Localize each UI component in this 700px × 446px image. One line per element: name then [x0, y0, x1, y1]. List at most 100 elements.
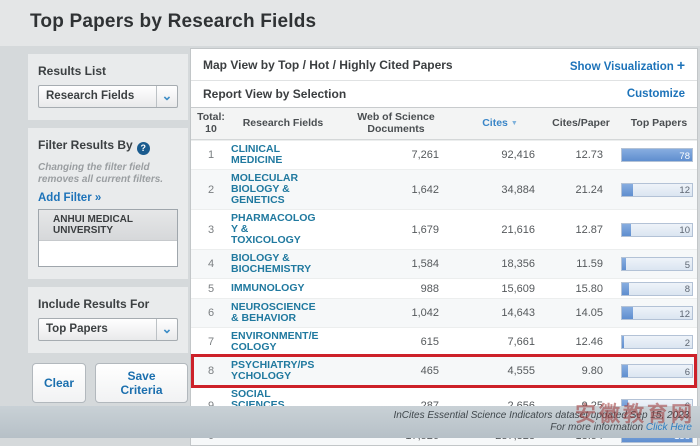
research-field-link[interactable]: CLINICAL MEDICINE [231, 141, 335, 169]
top-papers-cell: 5 [619, 257, 699, 271]
top-papers-cell: 12 [619, 306, 699, 320]
research-field-link[interactable]: MOLECULAR BIOLOGY & GENETICS [231, 170, 335, 209]
col-research-fields: Research Fields [231, 117, 335, 129]
chevron-down-icon: ⌄ [156, 319, 177, 340]
row-cites: 4,555 [457, 365, 543, 377]
report-view-title: Report View by Selection [203, 87, 346, 101]
filter-results-label: Filter Results By? [38, 138, 178, 155]
save-criteria-button[interactable]: Save Criteria [95, 363, 188, 403]
footer: InCites Essential Science Indicators dat… [0, 406, 700, 438]
top-papers-bar-fill [622, 336, 624, 348]
col-cites-sort[interactable]: Cites ▼ [457, 117, 543, 130]
top-papers-bar-fill [622, 258, 626, 270]
research-field-link[interactable]: PSYCHIATRY/PS YCHOLOGY [231, 357, 335, 385]
row-cites-per-paper: 21.24 [543, 184, 619, 196]
map-view-title: Map View by Top / Hot / Highly Cited Pap… [203, 58, 453, 72]
row-cites: 18,356 [457, 258, 543, 270]
table-body: 1 CLINICAL MEDICINE 7,261 92,416 12.73 7… [191, 140, 697, 445]
sort-desc-icon: ▼ [511, 120, 518, 127]
sidebar: Results List Research Fields ⌄ Filter Re… [28, 54, 188, 403]
total-label: Total: [191, 111, 231, 123]
top-papers-bar: 10 [621, 223, 693, 237]
show-visualization-link[interactable]: Show Visualization+ [570, 57, 685, 73]
results-list-panel: Results List Research Fields ⌄ [28, 54, 188, 120]
row-cites: 15,609 [457, 283, 543, 295]
include-results-value: Top Papers [39, 319, 156, 340]
dataset-update-note: InCites Essential Science Indicators dat… [0, 410, 692, 422]
table-row: 4 BIOLOGY & BIOCHEMISTRY 1,584 18,356 11… [191, 249, 697, 278]
research-field-link[interactable]: BIOLOGY & BIOCHEMISTRY [231, 250, 335, 278]
top-papers-bar-fill [622, 184, 633, 196]
top-papers-value: 8 [685, 284, 690, 295]
research-field-link[interactable]: PHARMACOLOG Y & TOXICOLOGY [231, 210, 335, 249]
top-papers-value: 10 [679, 225, 690, 236]
top-papers-value: 5 [685, 260, 690, 271]
sidebar-buttons: Clear Save Criteria [28, 361, 188, 403]
page-header: Top Papers by Research Fields [0, 0, 700, 46]
clear-button[interactable]: Clear [32, 363, 86, 403]
top-papers-value: 12 [679, 185, 690, 196]
row-cites-per-paper: 12.87 [543, 224, 619, 236]
main-panel: Map View by Top / Hot / Highly Cited Pap… [190, 48, 698, 446]
table-row: 5 IMMUNOLOGY 988 15,609 15.80 8 [191, 278, 697, 298]
col-top-papers: Top Papers [619, 117, 699, 129]
row-documents: 988 [335, 283, 457, 295]
top-papers-bar: 12 [621, 183, 693, 197]
top-papers-bar: 78 [621, 148, 693, 162]
research-field-link[interactable]: ENVIRONMENT/E COLOGY [231, 328, 335, 356]
top-papers-cell: 12 [619, 183, 699, 197]
col-wos-documents: Web of Science Documents [335, 111, 457, 135]
top-papers-value: 12 [679, 309, 690, 320]
total-value: 10 [191, 123, 231, 135]
row-cites: 21,616 [457, 224, 543, 236]
col-cites-per-paper: Cites/Paper [543, 117, 619, 129]
row-documents: 1,584 [335, 258, 457, 270]
top-papers-bar-fill [622, 365, 628, 377]
top-papers-bar: 5 [621, 257, 693, 271]
row-documents: 1,679 [335, 224, 457, 236]
row-cites-per-paper: 12.73 [543, 149, 619, 161]
help-icon[interactable]: ? [137, 142, 150, 155]
total-count: Total: 10 [191, 111, 231, 135]
top-papers-cell: 78 [619, 148, 699, 162]
page-title: Top Papers by Research Fields [0, 0, 700, 33]
top-papers-bar: 12 [621, 306, 693, 320]
top-papers-bar-fill [622, 224, 631, 236]
filter-panel: Filter Results By? Changing the filter f… [28, 128, 188, 279]
row-cites-per-paper: 11.59 [543, 258, 619, 270]
filter-note: Changing the filter field removes all cu… [38, 162, 178, 186]
table-row: 1 CLINICAL MEDICINE 7,261 92,416 12.73 7… [191, 140, 697, 169]
top-papers-value: 2 [685, 338, 690, 349]
include-results-dropdown[interactable]: Top Papers ⌄ [38, 318, 178, 341]
filter-list-item[interactable]: ANHUI MEDICAL UNIVERSITY [39, 210, 177, 241]
row-cites-per-paper: 14.05 [543, 307, 619, 319]
customize-link[interactable]: Customize [627, 88, 685, 100]
results-list-label: Results List [38, 64, 178, 78]
row-rank: 6 [191, 307, 231, 319]
row-documents: 1,642 [335, 184, 457, 196]
col-cites-label: Cites [482, 117, 508, 129]
top-papers-cell: 10 [619, 223, 699, 237]
row-cites: 34,884 [457, 184, 543, 196]
results-list-dropdown[interactable]: Research Fields ⌄ [38, 85, 178, 108]
table-row: 7 ENVIRONMENT/E COLOGY 615 7,661 12.46 2 [191, 327, 697, 356]
row-documents: 615 [335, 336, 457, 348]
row-cites: 14,643 [457, 307, 543, 319]
top-papers-bar-fill [622, 307, 633, 319]
plus-icon: + [677, 57, 685, 73]
top-papers-bar: 2 [621, 335, 693, 349]
click-here-link[interactable]: Click Here [646, 422, 692, 433]
table-row: 6 NEUROSCIENCE & BEHAVIOR 1,042 14,643 1… [191, 298, 697, 327]
top-papers-cell: 8 [619, 282, 699, 296]
row-rank: 7 [191, 336, 231, 348]
row-documents: 7,261 [335, 149, 457, 161]
row-cites-per-paper: 12.46 [543, 336, 619, 348]
include-results-label: Include Results For [38, 297, 178, 311]
research-field-link[interactable]: IMMUNOLOGY [231, 280, 335, 297]
top-papers-value: 6 [685, 367, 690, 378]
filter-listbox[interactable]: ANHUI MEDICAL UNIVERSITY [38, 209, 178, 267]
research-field-link[interactable]: NEUROSCIENCE & BEHAVIOR [231, 299, 335, 327]
add-filter-link[interactable]: Add Filter » [38, 192, 178, 204]
results-list-value: Research Fields [39, 86, 156, 107]
row-cites-per-paper: 15.80 [543, 283, 619, 295]
